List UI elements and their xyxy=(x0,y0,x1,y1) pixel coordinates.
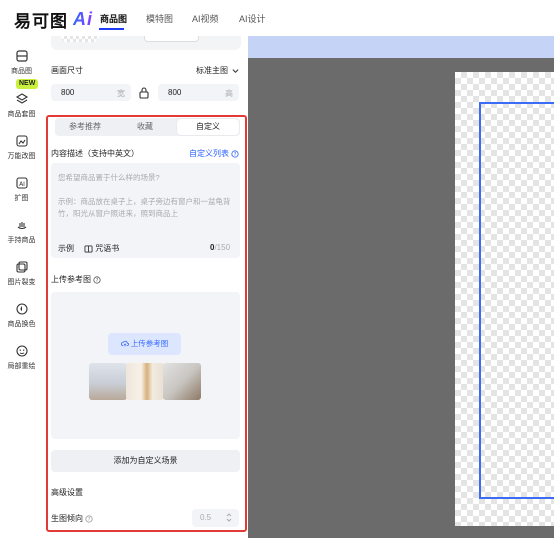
top-bar: 易可图 Ai 商品图 模特图 AI视频 AI设计 xyxy=(0,0,554,36)
height-input[interactable]: 800 高 xyxy=(158,84,239,101)
hand-product-icon xyxy=(17,222,26,230)
image-variation-icon xyxy=(15,261,28,273)
nav-ai-video[interactable]: AI视频 xyxy=(192,12,219,25)
logo[interactable]: 易可图 Ai xyxy=(14,7,93,32)
selection-bottom-edge xyxy=(479,497,554,499)
sidebar-item-label: 商品图 xyxy=(11,68,32,75)
sidebar-item-label: 局部重绘 xyxy=(7,363,36,370)
sidebar-item-label: 扩图 xyxy=(14,195,29,202)
sidebar-item-product-set[interactable]: 商品套图 xyxy=(0,91,43,119)
new-badge: NEW xyxy=(16,79,39,89)
nav-active-underline xyxy=(99,28,124,30)
height-value: 800 xyxy=(168,88,182,97)
chevron-down-icon xyxy=(232,69,239,74)
preview-action-button[interactable] xyxy=(144,36,199,42)
width-input[interactable]: 800 宽 xyxy=(51,84,131,101)
sidebar-item-label: 手持商品 xyxy=(7,237,36,244)
sidebar-item-product-image[interactable]: 商品图 xyxy=(0,44,43,80)
sidebar-item-edit-image[interactable]: 万能改图 xyxy=(0,133,43,161)
preview-thumbnail[interactable] xyxy=(61,36,99,42)
product-image-icon xyxy=(15,50,28,62)
sidebar-item-label: 万能改图 xyxy=(7,153,36,160)
svg-text:AI: AI xyxy=(19,181,25,188)
layers-icon xyxy=(15,93,28,104)
sidebar-item-redraw[interactable]: 局部重绘 xyxy=(0,343,43,371)
height-unit: 高 xyxy=(225,89,233,98)
size-preset-value: 标准主图 xyxy=(196,66,228,75)
size-label: 画面尺寸 xyxy=(51,66,83,75)
highlight-frame xyxy=(46,115,247,532)
lock-icon[interactable] xyxy=(138,86,150,99)
nav-ai-design[interactable]: AI设计 xyxy=(239,12,266,25)
sidebar-item-label: 图片裂变 xyxy=(7,279,36,286)
logo-ai: Ai xyxy=(73,9,93,29)
width-value: 800 xyxy=(61,88,75,97)
edit-image-icon xyxy=(15,135,28,147)
expand-image-icon: AI xyxy=(15,177,28,189)
canvas-toolbar-strip xyxy=(248,36,554,58)
sidebar-item-label: 商品套图 xyxy=(7,111,36,118)
sidebar-item-recolor[interactable]: 商品换色 xyxy=(0,301,43,329)
size-preset-select[interactable]: 标准主图 xyxy=(196,65,239,76)
sidebar-item-expand[interactable]: AI 扩图 xyxy=(0,175,43,203)
selection-top-edge xyxy=(479,102,554,104)
color-drop-icon xyxy=(15,303,28,315)
left-sidebar: 商品图 NEW 商品套图 万能改图 AI 扩图 手持商品 图片裂变 商品换色 局… xyxy=(0,36,43,538)
sidebar-item-image-variation[interactable]: 图片裂变 xyxy=(0,259,43,287)
sidebar-item-label: 商品换色 xyxy=(7,321,36,328)
logo-text: 易可图 xyxy=(14,12,68,31)
nav-product-image[interactable]: 商品图 xyxy=(100,12,127,25)
selection-left-edge[interactable] xyxy=(479,103,481,497)
nav-model-image[interactable]: 模特图 xyxy=(146,12,173,25)
artboard[interactable] xyxy=(455,72,554,526)
face-redraw-icon xyxy=(15,345,28,357)
width-unit: 宽 xyxy=(117,89,125,98)
sidebar-item-hand-product[interactable]: 手持商品 xyxy=(0,217,43,245)
